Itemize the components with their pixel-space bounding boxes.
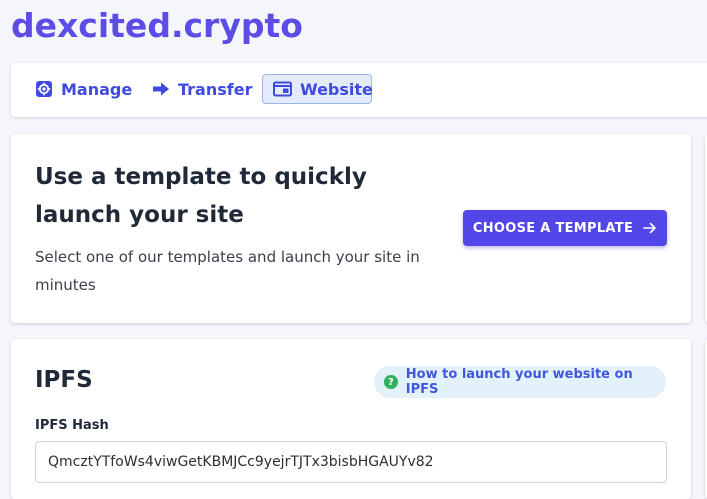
- tab-bar: Manage Transfer Website: [11, 63, 707, 117]
- template-description: Select one of our templates and launch y…: [35, 248, 420, 294]
- ipfs-hash-label: IPFS Hash: [35, 418, 109, 433]
- template-heading: Use a template to quickly launch your si…: [35, 164, 367, 228]
- browser-window-icon: [273, 81, 292, 97]
- ipfs-help-link-label: How to launch your website on IPFS: [405, 367, 633, 397]
- gear-icon: [35, 80, 53, 98]
- tab-website[interactable]: Website: [262, 74, 373, 104]
- arrow-right-icon: [152, 81, 170, 97]
- question-icon: ?: [384, 375, 398, 389]
- tab-transfer[interactable]: Transfer: [142, 74, 262, 104]
- choose-template-label: CHOOSE A TEMPLATE: [472, 220, 634, 236]
- ipfs-title: IPFS: [35, 367, 93, 393]
- tab-manage[interactable]: Manage: [25, 74, 142, 104]
- arrow-right-icon: [643, 222, 657, 234]
- ipfs-hash-input[interactable]: [35, 441, 667, 483]
- domain-title: dexcited.crypto: [11, 6, 303, 45]
- ipfs-help-link[interactable]: ? How to launch your website on IPFS: [374, 366, 666, 398]
- template-card: Use a template to quickly launch your si…: [11, 134, 691, 323]
- tab-transfer-label: Transfer: [178, 79, 253, 99]
- choose-template-button[interactable]: CHOOSE A TEMPLATE: [463, 210, 667, 246]
- tab-website-label: Website: [300, 79, 373, 99]
- tab-manage-label: Manage: [61, 79, 133, 99]
- ipfs-card: IPFS ? How to launch your website on IPF…: [11, 339, 691, 499]
